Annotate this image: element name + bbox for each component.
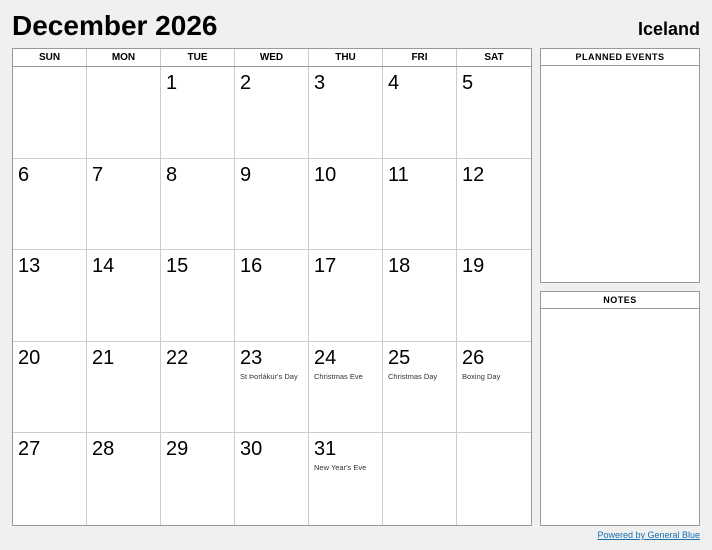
sidebar: PLANNED EVENTS NOTES [540, 48, 700, 526]
day-header: MON [87, 49, 161, 66]
day-number: 31 [314, 437, 336, 461]
calendar-cell: 23 St Þorlákur's Day [235, 342, 309, 434]
calendar-cell: 25 Christmas Day [383, 342, 457, 434]
day-header: FRI [383, 49, 457, 66]
calendar-cell: 5 [457, 67, 531, 159]
holiday-label: Boxing Day [462, 372, 500, 382]
day-number: 15 [166, 254, 188, 278]
day-number: 6 [18, 163, 29, 187]
calendar-cell: 14 [87, 250, 161, 342]
page: December 2026 Iceland SUNMONTUEWEDTHUFRI… [0, 0, 712, 550]
calendar-cell: 7 [87, 159, 161, 251]
calendar-cell: 2 [235, 67, 309, 159]
calendar-cell [13, 67, 87, 159]
day-number: 28 [92, 437, 114, 461]
day-number: 4 [388, 71, 399, 95]
calendar-cell [383, 433, 457, 525]
calendar-cell: 9 [235, 159, 309, 251]
day-headers: SUNMONTUEWEDTHUFRISAT [13, 49, 531, 67]
day-number: 26 [462, 346, 484, 370]
day-number: 22 [166, 346, 188, 370]
header: December 2026 Iceland [12, 10, 700, 42]
day-header: SAT [457, 49, 531, 66]
holiday-label: New Year's Eve [314, 463, 366, 473]
day-number: 3 [314, 71, 325, 95]
calendar-cell: 4 [383, 67, 457, 159]
calendar-cell: 8 [161, 159, 235, 251]
day-number: 1 [166, 71, 177, 95]
calendar-cell: 22 [161, 342, 235, 434]
day-number: 16 [240, 254, 262, 278]
day-number: 25 [388, 346, 410, 370]
planned-events-content [541, 66, 699, 282]
day-number: 7 [92, 163, 103, 187]
planned-events-header: PLANNED EVENTS [541, 49, 699, 66]
notes-box: NOTES [540, 291, 700, 526]
calendar-cell: 20 [13, 342, 87, 434]
calendar: SUNMONTUEWEDTHUFRISAT 123456789101112131… [12, 48, 532, 526]
day-number: 29 [166, 437, 188, 461]
main-area: SUNMONTUEWEDTHUFRISAT 123456789101112131… [12, 48, 700, 526]
calendar-cell: 24 Christmas Eve [309, 342, 383, 434]
day-header: THU [309, 49, 383, 66]
day-header: WED [235, 49, 309, 66]
day-number: 5 [462, 71, 473, 95]
notes-content [541, 309, 699, 525]
day-number: 23 [240, 346, 262, 370]
calendar-cell: 11 [383, 159, 457, 251]
calendar-cell: 31 New Year's Eve [309, 433, 383, 525]
calendar-cell: 10 [309, 159, 383, 251]
holiday-label: Christmas Day [388, 372, 437, 382]
calendar-cell [457, 433, 531, 525]
calendar-cell: 1 [161, 67, 235, 159]
day-number: 14 [92, 254, 114, 278]
day-number: 2 [240, 71, 251, 95]
calendar-cell: 19 [457, 250, 531, 342]
page-title: December 2026 [12, 10, 217, 42]
day-number: 10 [314, 163, 336, 187]
calendar-cell: 30 [235, 433, 309, 525]
calendar-cell: 15 [161, 250, 235, 342]
day-number: 9 [240, 163, 251, 187]
calendar-cell: 21 [87, 342, 161, 434]
calendar-cell [87, 67, 161, 159]
planned-events-box: PLANNED EVENTS [540, 48, 700, 283]
holiday-label: St Þorlákur's Day [240, 372, 298, 382]
day-number: 12 [462, 163, 484, 187]
calendar-cell: 13 [13, 250, 87, 342]
day-number: 20 [18, 346, 40, 370]
calendar-cell: 12 [457, 159, 531, 251]
day-number: 8 [166, 163, 177, 187]
powered-by-link[interactable]: Powered by General Blue [597, 530, 700, 540]
holiday-label: Christmas Eve [314, 372, 363, 382]
day-header: TUE [161, 49, 235, 66]
footer: Powered by General Blue [12, 530, 700, 540]
calendar-cell: 18 [383, 250, 457, 342]
calendar-cell: 17 [309, 250, 383, 342]
day-number: 30 [240, 437, 262, 461]
day-number: 13 [18, 254, 40, 278]
calendar-cell: 27 [13, 433, 87, 525]
day-number: 18 [388, 254, 410, 278]
calendar-cell: 6 [13, 159, 87, 251]
day-number: 19 [462, 254, 484, 278]
day-number: 27 [18, 437, 40, 461]
calendar-cell: 28 [87, 433, 161, 525]
notes-header: NOTES [541, 292, 699, 309]
day-number: 11 [388, 163, 409, 187]
calendar-cell: 3 [309, 67, 383, 159]
calendar-cell: 16 [235, 250, 309, 342]
day-number: 24 [314, 346, 336, 370]
calendar-cell: 29 [161, 433, 235, 525]
day-header: SUN [13, 49, 87, 66]
country-label: Iceland [638, 19, 700, 40]
day-number: 21 [92, 346, 114, 370]
calendar-cell: 26 Boxing Day [457, 342, 531, 434]
day-number: 17 [314, 254, 336, 278]
calendar-body: 1234567891011121314151617181920212223St … [13, 67, 531, 525]
